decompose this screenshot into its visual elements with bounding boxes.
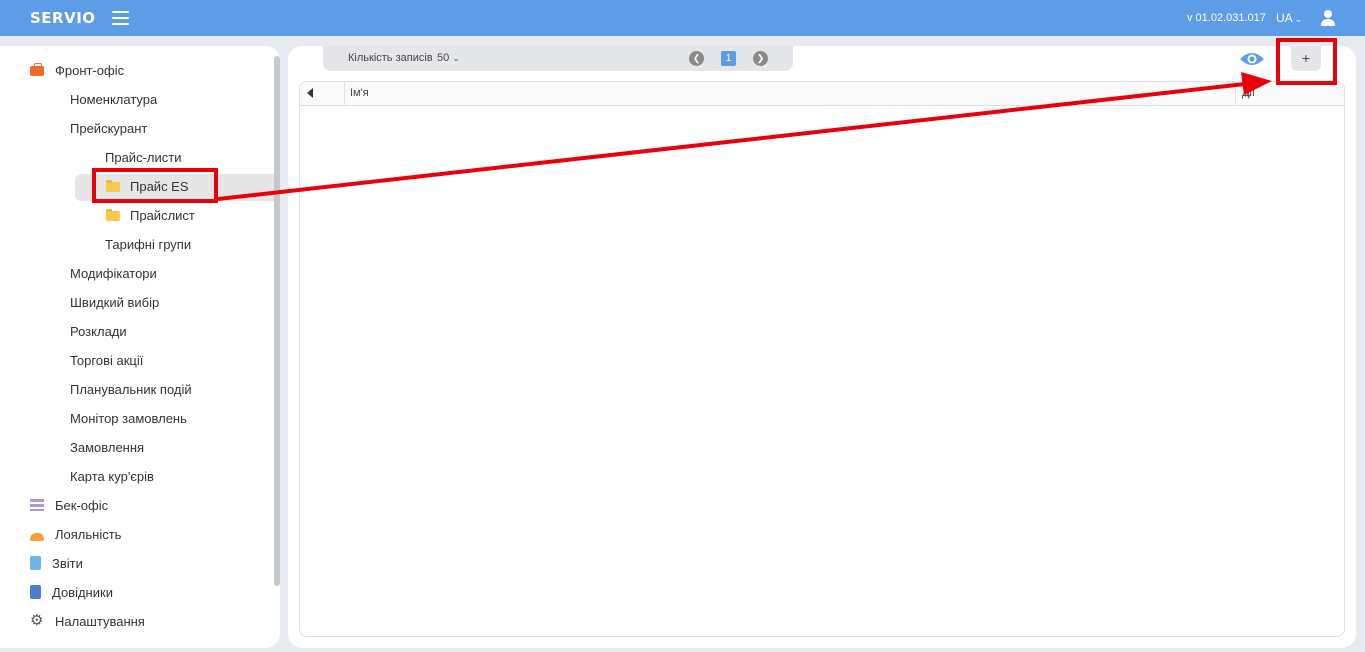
- language-label: UA: [1276, 11, 1293, 25]
- chevron-down-icon: ⌄: [452, 53, 460, 63]
- gear-icon: ⚙: [30, 612, 44, 629]
- sidebar-item-nomenclature[interactable]: Номенклатура: [70, 89, 157, 109]
- book-icon: [30, 585, 41, 599]
- sidebar-item-courier-map[interactable]: Карта кур'єрів: [70, 466, 154, 486]
- list-icon: [30, 499, 44, 511]
- column-header-actions: Дії: [1242, 87, 1255, 99]
- data-table: Ім'я ⇅ Дії: [299, 81, 1345, 637]
- top-header: SERVIO v 01.02.031.017 UA ⌄: [0, 0, 1365, 36]
- records-count-select[interactable]: 50 ⌄: [437, 52, 460, 64]
- sidebar-item-label: Прайслист: [130, 207, 195, 223]
- records-count-value: 50: [437, 52, 450, 64]
- collapse-left-icon[interactable]: [307, 88, 313, 98]
- column-header-name-label: Ім'я: [350, 87, 369, 99]
- sidebar-item-label: Карта кур'єрів: [70, 468, 154, 484]
- sidebar-item-label: Монітор замовлень: [70, 410, 187, 426]
- next-page-button[interactable]: ❯: [753, 51, 768, 66]
- column-header-name[interactable]: Ім'я ⇅: [344, 82, 1251, 106]
- sidebar-item-back-office[interactable]: Бек-офіс: [30, 495, 108, 515]
- sidebar-item-schedules[interactable]: Розклади: [70, 321, 127, 341]
- sidebar-item-label: Планувальник подій: [70, 381, 192, 397]
- app-logo[interactable]: SERVIO: [30, 9, 96, 27]
- language-selector[interactable]: UA ⌄: [1276, 11, 1302, 25]
- sidebar-item-price-list-group[interactable]: Прейскурант: [70, 118, 147, 138]
- sidebar-item-front-office[interactable]: Фронт-офіс: [30, 60, 124, 80]
- folder-icon: [106, 209, 120, 221]
- sidebar-item-quick-select[interactable]: Швидкий вибір: [70, 292, 159, 312]
- table-header: Ім'я ⇅ Дії: [300, 82, 1344, 106]
- sidebar-item-settings[interactable]: ⚙ Налаштування: [30, 611, 145, 631]
- current-page-button[interactable]: 1: [721, 51, 736, 66]
- user-icon[interactable]: [1320, 9, 1336, 27]
- sidebar-item-label: Налаштування: [55, 613, 145, 629]
- sidebar-item-label: Прейскурант: [70, 120, 148, 136]
- sidebar-item-label: Торгові акції: [70, 352, 144, 368]
- eye-icon[interactable]: [1239, 51, 1265, 67]
- sidebar-item-pricelist[interactable]: Прайслист: [106, 205, 195, 225]
- sidebar-item-label: Фронт-офіс: [55, 62, 125, 78]
- sidebar-item-order-monitor[interactable]: Монітор замовлень: [70, 408, 187, 428]
- loyalty-icon: [30, 532, 44, 541]
- sidebar-item-promotions[interactable]: Торгові акції: [70, 350, 143, 370]
- sidebar-item-orders[interactable]: Замовлення: [70, 437, 144, 457]
- sidebar-item-tariff-groups[interactable]: Тарифні групи: [105, 234, 191, 254]
- sidebar-item-loyalty[interactable]: Лояльність: [30, 524, 121, 544]
- sidebar-item-label: Замовлення: [70, 439, 145, 455]
- sidebar-item-label: Прайс-листи: [105, 149, 182, 165]
- sidebar-item-label: Розклади: [70, 323, 127, 339]
- briefcase-icon: [30, 63, 44, 76]
- sidebar-item-label: Швидкий вибір: [70, 294, 160, 310]
- sidebar-item-label: Довідники: [52, 584, 113, 600]
- report-icon: [30, 556, 41, 570]
- main-panel: Кількість записів 50 ⌄ ❮ 1 ❯ + Ім'я ⇅ Дії: [288, 46, 1356, 648]
- highlight-box-price-es: [92, 168, 218, 203]
- sidebar-item-label: Бек-офіс: [55, 497, 109, 513]
- prev-page-button[interactable]: ❮: [689, 51, 704, 66]
- sidebar-item-label: Тарифні групи: [105, 236, 192, 252]
- sidebar-item-label: Модифікатори: [70, 265, 157, 281]
- sidebar-item-reports[interactable]: Звіти: [30, 553, 83, 573]
- pagination-toolbar: Кількість записів 50 ⌄ ❮ 1 ❯: [323, 46, 793, 71]
- sidebar: Фронт-офіс Номенклатура Прейскурант Прай…: [0, 46, 280, 648]
- records-count-label: Кількість записів: [348, 52, 433, 64]
- hamburger-menu-icon[interactable]: [112, 11, 129, 25]
- highlight-box-add-button: [1276, 38, 1337, 85]
- sidebar-item-label: Номенклатура: [70, 91, 158, 107]
- sidebar-item-event-planner[interactable]: Планувальник подій: [70, 379, 192, 399]
- sidebar-item-price-lists[interactable]: Прайс-листи: [105, 147, 181, 167]
- sidebar-item-directories[interactable]: Довідники: [30, 582, 113, 602]
- sidebar-scrollbar[interactable]: [274, 56, 280, 586]
- app-version: v 01.02.031.017: [1187, 12, 1266, 24]
- chevron-down-icon: ⌄: [1294, 14, 1303, 24]
- sidebar-item-modifiers[interactable]: Модифікатори: [70, 263, 157, 283]
- sidebar-item-label: Звіти: [52, 555, 83, 571]
- sidebar-item-label: Лояльність: [55, 526, 122, 542]
